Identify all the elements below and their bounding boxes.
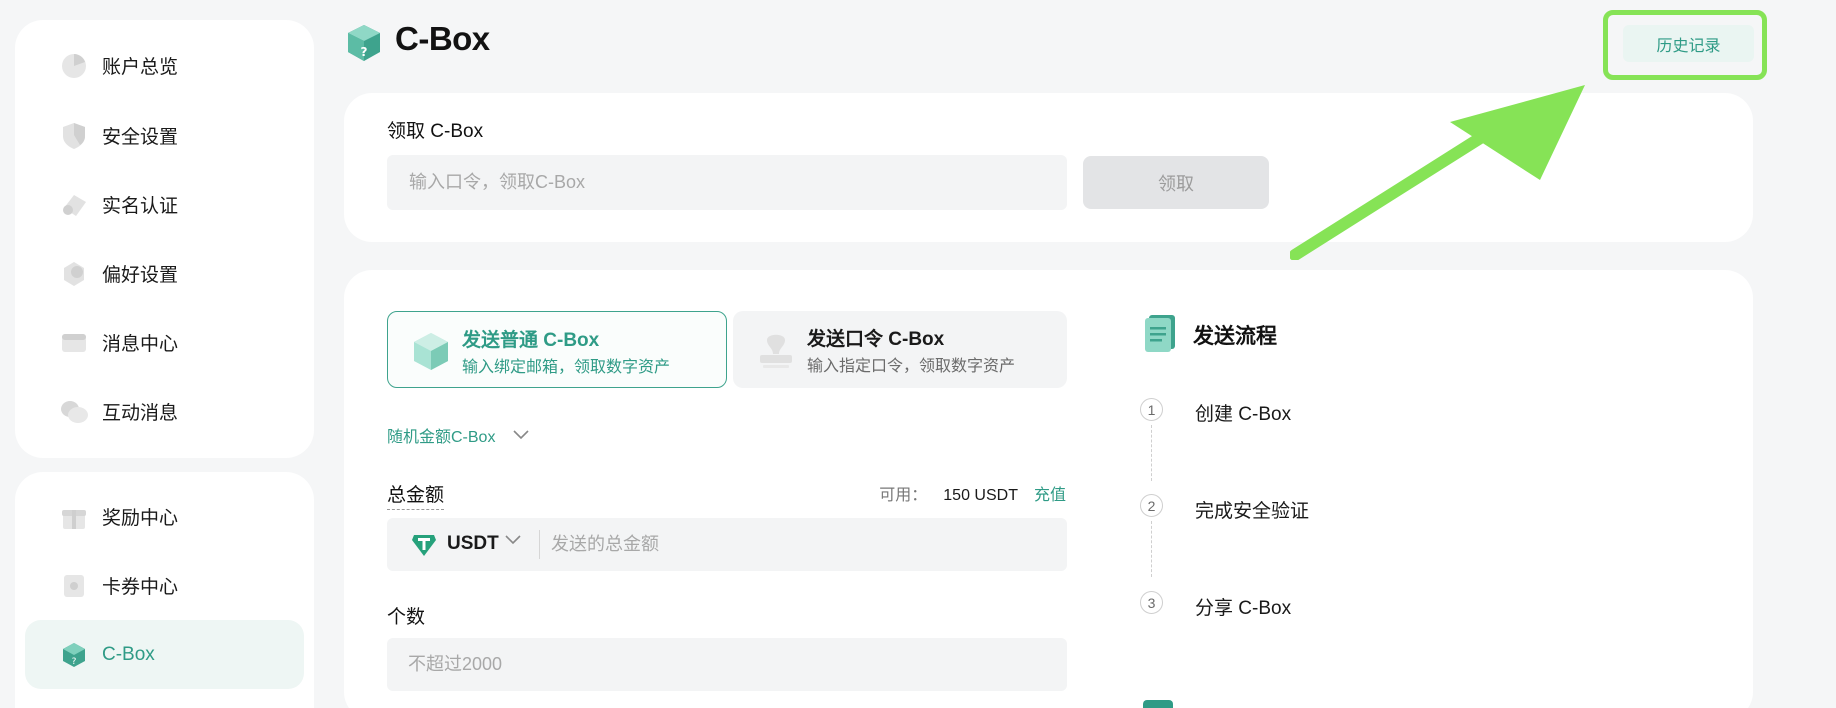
- send-normal-option[interactable]: 发送普通 C-Box 输入绑定邮箱，领取数字资产: [387, 311, 727, 388]
- available-key: 可用：: [879, 487, 928, 504]
- step-connector: [1151, 521, 1152, 577]
- claim-title: 领取 C-Box: [387, 121, 484, 142]
- cbox-icon: ?: [59, 640, 89, 670]
- page-root: 账户总览 安全设置 实名认证 偏好设置 消息中心 互动消息 奖励中心 卡券中心 …: [0, 0, 1836, 708]
- field-divider: [539, 530, 540, 559]
- message-icon: [59, 328, 89, 358]
- mode-dropdown[interactable]: 随机金额C-Box: [387, 423, 530, 447]
- chevron-down-icon: [513, 430, 530, 440]
- mode-label: 随机金额C-Box: [387, 429, 496, 446]
- svg-text:?: ?: [72, 657, 77, 667]
- sidebar-item-label: 互动消息: [102, 403, 179, 424]
- send-normal-title: 发送普通 C-Box: [462, 330, 600, 351]
- sidebar-item-label: 实名认证: [102, 196, 179, 217]
- step-label: 分享 C-Box: [1195, 598, 1292, 619]
- sidebar-item-interactions[interactable]: 互动消息: [25, 377, 304, 446]
- step-number: 3: [1140, 591, 1163, 614]
- sidebar-item-label: 奖励中心: [102, 508, 179, 529]
- send-code-subtitle: 输入指定口令，领取数字资产: [807, 358, 1016, 375]
- tether-icon[interactable]: [411, 532, 437, 558]
- sidebar-item-identity[interactable]: 实名认证: [25, 170, 304, 239]
- recharge-link[interactable]: 充值: [1034, 481, 1066, 505]
- claim-button[interactable]: 领取: [1083, 156, 1269, 209]
- step-label: 创建 C-Box: [1195, 404, 1292, 425]
- svg-text:?: ?: [361, 45, 368, 59]
- count-label: 个数: [387, 607, 426, 628]
- cube-icon: [414, 333, 448, 370]
- id-badge-icon: [59, 190, 89, 220]
- pie-chart-icon: [59, 51, 89, 81]
- sidebar-item-preferences[interactable]: 偏好设置: [25, 239, 304, 308]
- sidebar-item-label: 消息中心: [102, 334, 179, 355]
- sidebar-item-cbox[interactable]: ? C-Box: [25, 620, 304, 689]
- available-value: 150 USDT: [943, 487, 1018, 504]
- gift-icon: [59, 502, 89, 532]
- send-code-title: 发送口令 C-Box: [807, 329, 945, 350]
- sidebar-item-security[interactable]: 安全设置: [25, 101, 304, 170]
- step-number: 2: [1140, 494, 1163, 517]
- amount-field: USDT: [387, 518, 1067, 571]
- sidebar-item-messages[interactable]: 消息中心: [25, 308, 304, 377]
- sidebar-item-label: C-Box: [102, 643, 155, 665]
- history-button[interactable]: 历史记录: [1623, 25, 1754, 62]
- available-balance: 可用： 150 USDT 充值: [879, 481, 1066, 505]
- chat-bubbles-icon: [59, 397, 89, 427]
- chevron-down-icon[interactable]: [505, 535, 521, 545]
- amount-label: 总金额: [387, 480, 445, 510]
- shield-icon: [59, 121, 89, 151]
- send-code-option[interactable]: 发送口令 C-Box 输入指定口令，领取数字资产: [733, 311, 1067, 388]
- sidebar-item-label: 卡券中心: [102, 577, 179, 598]
- settings-icon: [59, 259, 89, 289]
- coupon-icon: [59, 571, 89, 601]
- sidebar-item-label: 安全设置: [102, 127, 179, 148]
- step-connector: [1151, 425, 1152, 481]
- cbox-logo-icon: ?: [348, 25, 380, 61]
- sidebar-item-account-overview[interactable]: 账户总览: [25, 31, 304, 100]
- step-number: 1: [1140, 398, 1163, 421]
- sidebar-item-coupons[interactable]: 卡券中心: [25, 551, 304, 620]
- claim-code-input[interactable]: [387, 155, 1067, 210]
- stamp-icon: [760, 334, 792, 368]
- total-amount-input[interactable]: [551, 518, 1051, 571]
- sidebar-item-rewards[interactable]: 奖励中心: [25, 482, 304, 551]
- coin-select-label[interactable]: USDT: [447, 533, 499, 555]
- step-label: 完成安全验证: [1195, 501, 1310, 522]
- page-title: C-Box: [395, 20, 490, 57]
- document-icon: [1145, 315, 1175, 352]
- sidebar-item-label: 偏好设置: [102, 265, 179, 286]
- sidebar-item-label: 账户总览: [102, 57, 179, 78]
- count-input[interactable]: [387, 638, 1067, 691]
- flow-title: 发送流程: [1193, 325, 1277, 348]
- section-icon: [1143, 700, 1173, 708]
- send-normal-subtitle: 输入绑定邮箱，领取数字资产: [462, 359, 671, 376]
